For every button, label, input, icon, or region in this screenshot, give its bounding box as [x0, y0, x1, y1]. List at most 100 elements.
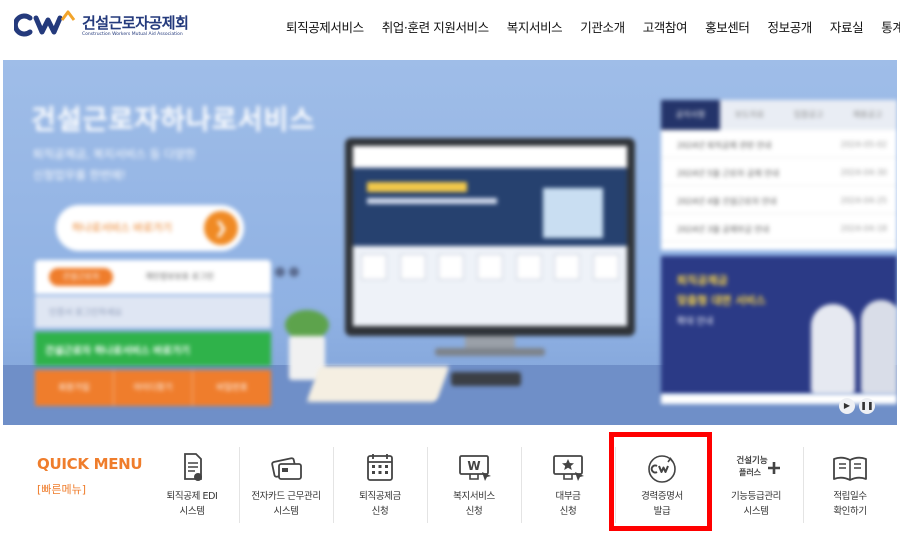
- person-illustration: [811, 304, 855, 394]
- cw-logo-icon: [14, 10, 76, 37]
- main-nav: 퇴직공제서비스 취업·훈련 지원서비스 복지서비스 기관소개 고객참여 홍보센터…: [286, 17, 900, 36]
- quick-menu-item-accumulated-days[interactable]: 적립일수 확인하기: [803, 443, 897, 527]
- promo-line1: 퇴직공제금: [677, 274, 728, 287]
- hanaro-service-button[interactable]: 건설근로자 하나로서비스 바로가기: [35, 332, 271, 366]
- label-line1: 복지서비스: [453, 491, 495, 502]
- label-line1: 퇴직공제금: [359, 491, 401, 502]
- notice-board: 공지사항 보도자료 입찰공고 채용공고 2024년 퇴직공제 관련 안내 202…: [661, 100, 897, 250]
- logo-subtext: Construction Workers Mutual Aid Associat…: [82, 32, 183, 37]
- login-header: 건설근로자 개인정보보호 로그인: [35, 260, 271, 294]
- hero-description: 퇴직공제금, 복지서비스 등 다양한 신청업무를 한번에!: [33, 144, 196, 186]
- screen-icon: [399, 254, 426, 280]
- quick-menu-item-retirement-claim[interactable]: 퇴직공제금 신청: [333, 443, 427, 527]
- notice-date: 2024-04-25: [840, 196, 888, 205]
- tab-bid[interactable]: 입찰공고: [779, 100, 838, 130]
- signup-button[interactable]: 회원가입: [35, 370, 114, 406]
- nav-statistics[interactable]: 통계: [881, 17, 900, 36]
- notice-title: 2024년 4월 건설근로자 안내: [677, 197, 777, 206]
- nav-about[interactable]: 기관소개: [580, 17, 625, 36]
- login-tab[interactable]: 건설근로자: [49, 268, 113, 286]
- welfare-icon: W: [459, 455, 491, 481]
- notice-row[interactable]: 2024년 5월 근로자 공제 안내 2024-04-30: [661, 158, 897, 186]
- quick-menu-label: 전자카드 근무관리 시스템: [239, 489, 333, 519]
- monitor-screen: [353, 146, 627, 326]
- label-line2: 신청: [559, 506, 577, 517]
- notice-title: 2024년 3월 공제부금 안내: [677, 225, 769, 234]
- hero-shortcut-button[interactable]: 하나로서비스 바로가기 ❯: [56, 205, 244, 251]
- tab-notice[interactable]: 공지사항: [661, 100, 720, 130]
- find-id-button[interactable]: 아이디찾기: [114, 370, 193, 406]
- skill-grade-icon: 건설기능 플러스: [736, 455, 780, 477]
- notice-title: 2024년 5월 근로자 공제 안내: [677, 169, 779, 178]
- login-input[interactable]: 인증서 로그인하세요: [35, 296, 271, 328]
- logo-text: 건설근로자공제회: [82, 14, 189, 32]
- hero-banner: 건설근로자하나로서비스 퇴직공제금, 복지서비스 등 다양한 신청업무를 한번에…: [3, 60, 897, 425]
- promo-banner[interactable]: 퇴직공제금 맞춤형 대면 서비스 확대 안내: [661, 256, 897, 394]
- play-icon[interactable]: ▶: [839, 398, 855, 414]
- cw-logo-icon: [648, 455, 676, 483]
- screen-icon: [361, 254, 387, 280]
- screen-icon: [515, 254, 542, 280]
- skill-badge-line1: 건설기능: [736, 455, 767, 466]
- slide-controls: ▶ ❚❚: [839, 398, 875, 414]
- quick-menu-label: 퇴직공제금 신청: [333, 489, 427, 519]
- notice-date: 2024-04-30: [840, 168, 888, 177]
- label-line1: 전자카드 근무관리: [251, 491, 321, 502]
- notice-row[interactable]: 2024년 3월 공제부금 안내 2024-04-18: [661, 214, 897, 242]
- label-line2: 발급: [653, 506, 671, 517]
- nav-archive[interactable]: 자료실: [830, 17, 864, 36]
- carousel-dots: [275, 262, 303, 281]
- quick-menu-item-skill-grade[interactable]: 건설기능 플러스 기능등급관리 시스템: [709, 443, 803, 527]
- site-header: 건설근로자공제회 Construction Workers Mutual Aid…: [0, 0, 900, 60]
- pause-icon[interactable]: ❚❚: [859, 398, 875, 414]
- screen-icon: [476, 254, 503, 280]
- find-password-button[interactable]: 비밀번호: [193, 370, 271, 406]
- hero-title: 건설근로자하나로서비스: [31, 105, 316, 136]
- login-input-placeholder: 인증서 로그인하세요: [49, 308, 123, 318]
- tab-recruit[interactable]: 채용공고: [838, 100, 897, 130]
- label-line2: 신청: [371, 506, 389, 517]
- nav-employment-training[interactable]: 취업·훈련 지원서비스: [382, 17, 489, 36]
- label-line1: 퇴직공제 EDI: [166, 491, 218, 502]
- calendar-icon: [367, 454, 393, 481]
- quick-menu-label: 기능등급관리 시스템: [709, 489, 803, 519]
- quick-menu-label: 퇴직공제 EDI 시스템: [145, 489, 239, 519]
- quick-menu-item-edi[interactable]: 퇴직공제 EDI 시스템: [145, 443, 239, 527]
- label-line2: 시스템: [743, 506, 769, 517]
- notice-title: 2024년 퇴직공제 관련 안내: [677, 141, 772, 150]
- notice-date: 2024-04-18: [840, 224, 888, 233]
- site-logo[interactable]: 건설근로자공제회 Construction Workers Mutual Aid…: [14, 8, 204, 44]
- quick-menu-label: 복지서비스 신청: [427, 489, 521, 519]
- quick-menu-label: 적립일수 확인하기: [803, 489, 897, 519]
- login-card: 건설근로자 개인정보보호 로그인 인증서 로그인하세요 건설근로자 하나로서비스…: [35, 260, 271, 410]
- nav-disclosure[interactable]: 정보공개: [768, 17, 813, 36]
- tab-press[interactable]: 보도자료: [720, 100, 779, 130]
- hero-desc-line2: 신청업무를 한번에!: [33, 168, 126, 182]
- nav-customer[interactable]: 고객참여: [643, 17, 688, 36]
- screen-icon: [592, 254, 619, 280]
- card-icon: [271, 457, 302, 480]
- quick-menu-item-ecard[interactable]: 전자카드 근무관리 시스템: [239, 443, 333, 527]
- quick-menu-item-loan[interactable]: 대부금 신청: [521, 443, 615, 527]
- screen-icon: [554, 254, 581, 280]
- nav-retirement-service[interactable]: 퇴직공제서비스: [286, 17, 364, 36]
- screen-icon-row: [361, 254, 619, 280]
- monitor-illustration: [345, 138, 635, 358]
- quick-menu-item-career-certificate[interactable]: 경력증명서 발급: [615, 443, 709, 527]
- promo-line2: 맞춤형 대면 서비스: [677, 294, 766, 307]
- carousel-dot[interactable]: [275, 267, 285, 277]
- quick-menu-item-welfare[interactable]: W 복지서비스 신청: [427, 443, 521, 527]
- quick-menu-label: 대부금 신청: [521, 489, 615, 519]
- login-action-bar: 회원가입 아이디찾기 비밀번호: [35, 370, 271, 406]
- notice-row[interactable]: 2024년 4월 건설근로자 안내 2024-04-25: [661, 186, 897, 214]
- svg-text:W: W: [467, 459, 480, 473]
- notice-date: 2024-05-02: [840, 140, 888, 149]
- nav-welfare-service[interactable]: 복지서비스: [507, 17, 563, 36]
- login-option[interactable]: 개인정보보호 로그인: [145, 271, 214, 282]
- loan-icon: [553, 455, 584, 481]
- carousel-dot[interactable]: [289, 267, 299, 277]
- label-line1: 대부금: [555, 491, 581, 502]
- quick-menu-subtitle: [빠른메뉴]: [37, 483, 87, 496]
- notice-row[interactable]: 2024년 퇴직공제 관련 안내 2024-05-02: [661, 130, 897, 158]
- nav-pr-center[interactable]: 홍보센터: [705, 17, 750, 36]
